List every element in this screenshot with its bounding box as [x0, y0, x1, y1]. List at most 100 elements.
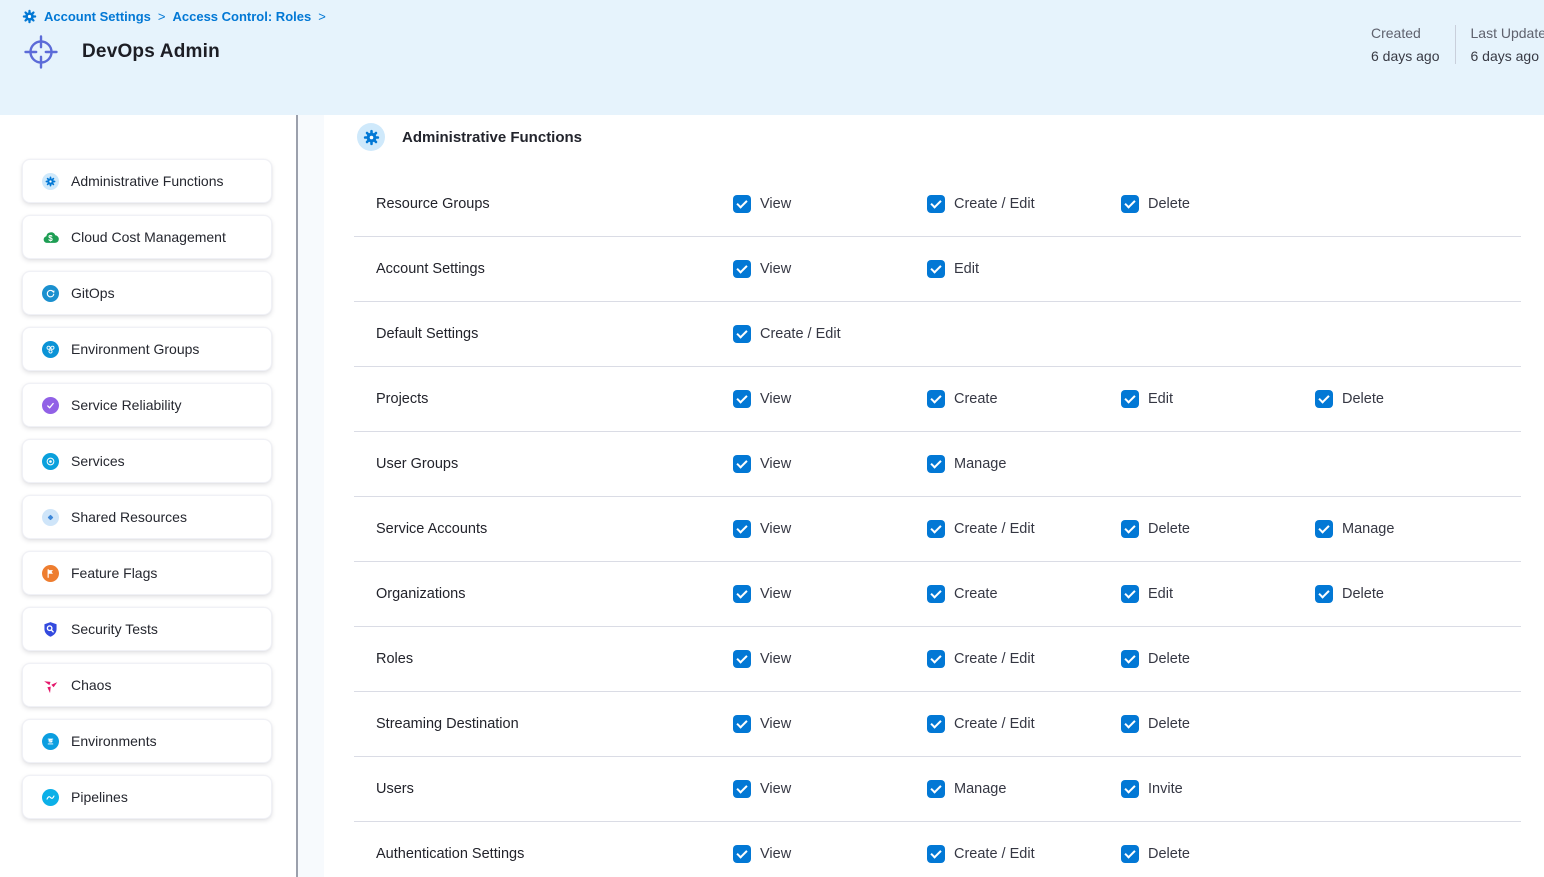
meta-divider [1455, 25, 1456, 64]
page-header: Account Settings > Access Control: Roles… [0, 0, 1544, 115]
permission-label: Edit [1148, 391, 1173, 407]
permission-service-accounts-delete[interactable]: Delete [1121, 520, 1315, 538]
checkbox-checked-icon[interactable] [1121, 715, 1139, 733]
permission-user-groups-manage[interactable]: Manage [927, 455, 1121, 473]
permission-label: Create / Edit [954, 716, 1035, 732]
permission-organizations-delete[interactable]: Delete [1315, 585, 1509, 603]
permission-resource-groups-view[interactable]: View [733, 195, 927, 213]
checkbox-checked-icon[interactable] [733, 780, 751, 798]
permission-service-accounts-create-edit[interactable]: Create / Edit [927, 520, 1121, 538]
permission-label: Delete [1342, 391, 1384, 407]
permission-streaming-destination-delete[interactable]: Delete [1121, 715, 1315, 733]
permission-resource-groups-delete[interactable]: Delete [1121, 195, 1315, 213]
permission-account-settings-view[interactable]: View [733, 260, 927, 278]
sidebar-item-environment-groups[interactable]: Environment Groups [22, 327, 272, 371]
permission-roles-delete[interactable]: Delete [1121, 650, 1315, 668]
checkbox-checked-icon[interactable] [733, 650, 751, 668]
sidebar-item-label: Environments [71, 733, 157, 749]
checkbox-checked-icon[interactable] [927, 520, 945, 538]
permission-projects-view[interactable]: View [733, 390, 927, 408]
permission-projects-delete[interactable]: Delete [1315, 390, 1509, 408]
permission-projects-create[interactable]: Create [927, 390, 1121, 408]
checkbox-checked-icon[interactable] [927, 845, 945, 863]
sidebar-item-cloud-cost-management[interactable]: Cloud Cost Management [22, 215, 272, 259]
permission-authentication-settings-view[interactable]: View [733, 845, 927, 863]
sidebar-item-environments[interactable]: Environments [22, 719, 272, 763]
checkbox-checked-icon[interactable] [733, 455, 751, 473]
checkbox-checked-icon[interactable] [927, 390, 945, 408]
permission-label: Manage [954, 781, 1006, 797]
checkbox-checked-icon[interactable] [733, 520, 751, 538]
breadcrumb-link-access-control-roles[interactable]: Access Control: Roles [173, 9, 312, 24]
env-groups-icon [42, 341, 59, 358]
sidebar-item-security-tests[interactable]: Security Tests [22, 607, 272, 651]
permission-users-view[interactable]: View [733, 780, 927, 798]
sidebar-item-pipelines[interactable]: Pipelines [22, 775, 272, 819]
permission-default-settings-create-edit[interactable]: Create / Edit [733, 325, 927, 343]
app-window: Account Settings > Access Control: Roles… [0, 0, 1544, 877]
resource-label: Projects [376, 391, 733, 407]
permission-label: Delete [1148, 521, 1190, 537]
environments-icon [42, 733, 59, 750]
checkbox-checked-icon[interactable] [927, 455, 945, 473]
checkbox-checked-icon[interactable] [733, 715, 751, 733]
sidebar-item-shared-resources[interactable]: Shared Resources [22, 495, 272, 539]
checkbox-checked-icon[interactable] [1315, 390, 1333, 408]
sidebar-item-services[interactable]: Services [22, 439, 272, 483]
checkbox-checked-icon[interactable] [1121, 520, 1139, 538]
checkbox-checked-icon[interactable] [1121, 585, 1139, 603]
permission-organizations-edit[interactable]: Edit [1121, 585, 1315, 603]
permission-roles-create-edit[interactable]: Create / Edit [927, 650, 1121, 668]
pipelines-icon [42, 789, 59, 806]
permission-label: Edit [954, 261, 979, 277]
permission-users-manage[interactable]: Manage [927, 780, 1121, 798]
checkbox-checked-icon[interactable] [733, 390, 751, 408]
permission-organizations-view[interactable]: View [733, 585, 927, 603]
checkbox-checked-icon[interactable] [1121, 195, 1139, 213]
checkbox-checked-icon[interactable] [927, 780, 945, 798]
permission-projects-edit[interactable]: Edit [1121, 390, 1315, 408]
permission-label: View [760, 391, 791, 407]
permission-users-invite[interactable]: Invite [1121, 780, 1315, 798]
resource-label: Default Settings [376, 326, 733, 342]
checkbox-checked-icon[interactable] [927, 650, 945, 668]
permission-account-settings-edit[interactable]: Edit [927, 260, 1121, 278]
checkbox-checked-icon[interactable] [733, 585, 751, 603]
checkbox-checked-icon[interactable] [733, 325, 751, 343]
checkbox-checked-icon[interactable] [927, 260, 945, 278]
checkbox-checked-icon[interactable] [1121, 390, 1139, 408]
checkbox-checked-icon[interactable] [927, 715, 945, 733]
checkbox-checked-icon[interactable] [1315, 585, 1333, 603]
permission-resource-groups-create-edit[interactable]: Create / Edit [927, 195, 1121, 213]
sidebar-item-feature-flags[interactable]: Feature Flags [22, 551, 272, 595]
checkbox-checked-icon[interactable] [927, 195, 945, 213]
permission-organizations-create[interactable]: Create [927, 585, 1121, 603]
permission-user-groups-view[interactable]: View [733, 455, 927, 473]
checkbox-checked-icon[interactable] [927, 585, 945, 603]
permission-streaming-destination-create-edit[interactable]: Create / Edit [927, 715, 1121, 733]
breadcrumb-link-account-settings[interactable]: Account Settings [44, 9, 151, 24]
checkbox-checked-icon[interactable] [1121, 780, 1139, 798]
permission-service-accounts-manage[interactable]: Manage [1315, 520, 1509, 538]
permission-label: Delete [1148, 716, 1190, 732]
sidebar-item-label: Cloud Cost Management [71, 229, 226, 245]
checkbox-checked-icon[interactable] [733, 845, 751, 863]
sidebar-item-service-reliability[interactable]: Service Reliability [22, 383, 272, 427]
checkbox-checked-icon[interactable] [1121, 650, 1139, 668]
permission-service-accounts-view[interactable]: View [733, 520, 927, 538]
permission-authentication-settings-create-edit[interactable]: Create / Edit [927, 845, 1121, 863]
sidebar-item-administrative-functions[interactable]: Administrative Functions [22, 159, 272, 203]
permission-roles-view[interactable]: View [733, 650, 927, 668]
checkbox-checked-icon[interactable] [733, 195, 751, 213]
sidebar-item-chaos[interactable]: Chaos [22, 663, 272, 707]
last-updated-value: 6 days ago [1471, 48, 1544, 64]
permission-streaming-destination-view[interactable]: View [733, 715, 927, 733]
sidebar-item-gitops[interactable]: GitOps [22, 271, 272, 315]
checkbox-checked-icon[interactable] [1315, 520, 1333, 538]
permission-authentication-settings-delete[interactable]: Delete [1121, 845, 1315, 863]
permission-cells: View Create / Edit Delete [733, 845, 1315, 863]
checkbox-checked-icon[interactable] [1121, 845, 1139, 863]
checkbox-checked-icon[interactable] [733, 260, 751, 278]
sidebar-resizer[interactable] [298, 115, 324, 877]
permission-label: Invite [1148, 781, 1183, 797]
